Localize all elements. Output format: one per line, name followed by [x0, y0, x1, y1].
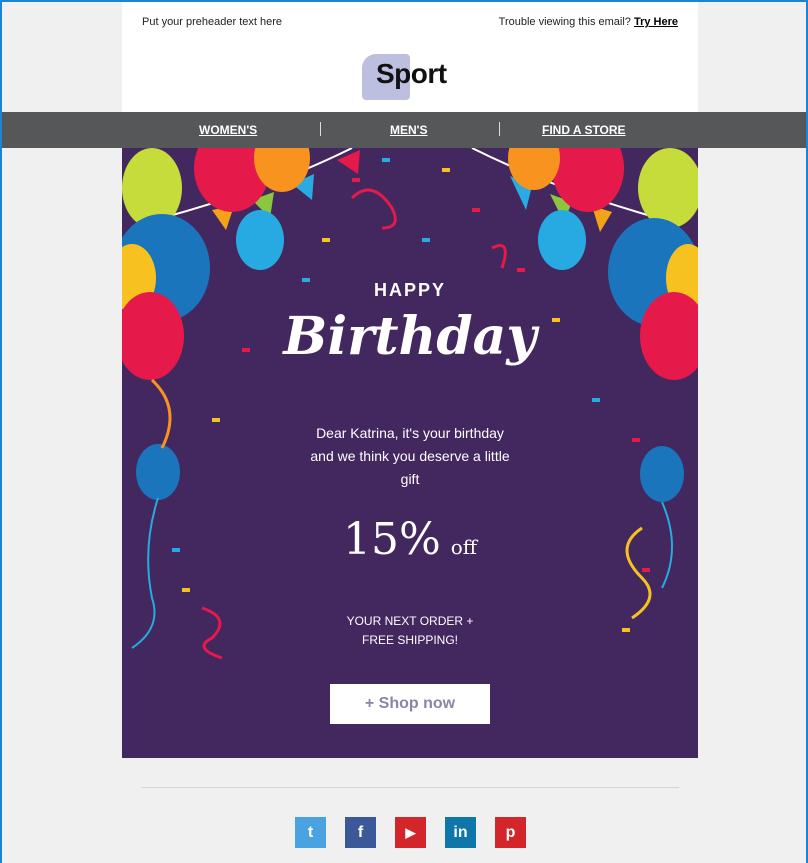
discount-value: 15%	[342, 514, 441, 565]
next-order-text: YOUR NEXT ORDER + FREE SHIPPING!	[122, 612, 698, 650]
next-order-line-1: YOUR NEXT ORDER +	[346, 614, 474, 628]
trouble-viewing-text: Trouble viewing this email?	[498, 16, 631, 28]
youtube-icon[interactable]: ▶	[395, 817, 426, 848]
shop-now-button[interactable]: + Shop now	[330, 684, 490, 724]
birthday-hero: HAPPY Birthday Dear Katrina, it's your b…	[122, 148, 698, 758]
linkedin-icon[interactable]: in	[445, 817, 476, 848]
email-container: Put your preheader text here Trouble vie…	[122, 2, 698, 112]
birthday-message: Dear Katrina, it's your birthday and we …	[310, 425, 510, 487]
birthday-title: Birthday	[283, 306, 537, 367]
email-frame: Put your preheader text here Trouble vie…	[0, 0, 808, 863]
next-order-line-2: FREE SHIPPING!	[361, 633, 459, 647]
nav-mens[interactable]: MEN'S	[390, 123, 428, 137]
discount-offer: 15% off	[122, 514, 698, 565]
try-here-link[interactable]: Try Here	[634, 16, 678, 28]
preheader-bar: Put your preheader text here Trouble vie…	[122, 2, 698, 44]
nav-separator	[320, 122, 321, 136]
preheader-text: Put your preheader text here	[142, 16, 283, 28]
discount-off: off	[450, 535, 478, 559]
happy-text: HAPPY	[373, 280, 446, 300]
logo-text: Sport	[376, 58, 447, 89]
logo-row: Sport	[122, 44, 698, 112]
pinterest-icon[interactable]: p	[495, 817, 526, 848]
facebook-icon[interactable]: f	[345, 817, 376, 848]
trouble-viewing: Trouble viewing this email? Try Here	[499, 16, 678, 28]
nav-separator	[499, 122, 500, 136]
twitter-icon[interactable]: t	[295, 817, 326, 848]
nav-womens[interactable]: WOMEN'S	[199, 123, 257, 137]
footer-divider	[141, 787, 679, 788]
sport-logo[interactable]: Sport	[362, 50, 458, 100]
nav-find-a-store[interactable]: FIND A STORE	[542, 123, 626, 137]
nav-bar: WOMEN'S MEN'S FIND A STORE	[2, 112, 806, 148]
